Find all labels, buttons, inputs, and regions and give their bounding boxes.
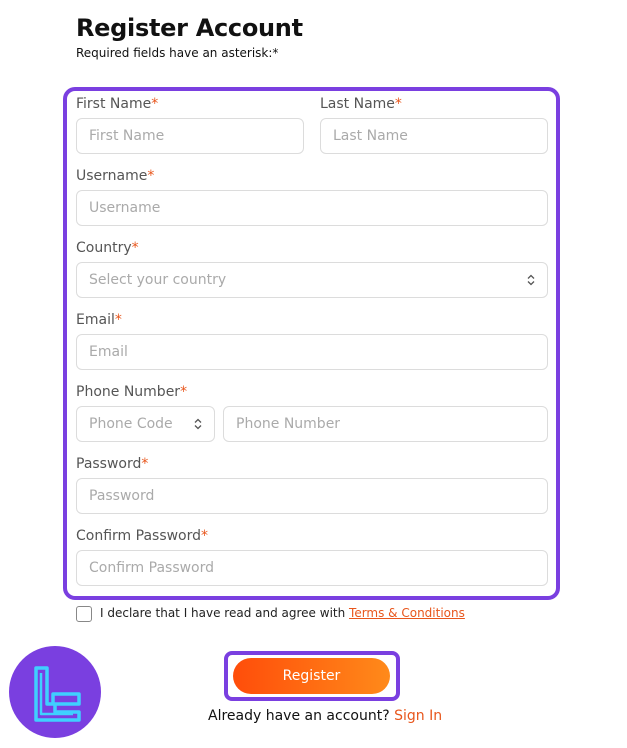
required-asterisk: * bbox=[114, 312, 122, 328]
username-label: Username* bbox=[76, 168, 154, 184]
already-account-text: Already have an account? bbox=[208, 708, 390, 724]
password-field[interactable] bbox=[76, 478, 548, 514]
last-name-label-text: Last Name bbox=[320, 96, 395, 112]
phone-number-input[interactable] bbox=[236, 416, 535, 432]
email-input[interactable] bbox=[89, 344, 535, 360]
last-name-field[interactable] bbox=[320, 118, 548, 154]
password-label: Password* bbox=[76, 456, 148, 472]
required-asterisk: * bbox=[141, 456, 149, 472]
confirm-password-field[interactable] bbox=[76, 550, 548, 586]
last-name-label: Last Name* bbox=[320, 96, 402, 112]
last-name-input[interactable] bbox=[333, 128, 535, 144]
password-input[interactable] bbox=[89, 488, 535, 504]
phone-label-text: Phone Number bbox=[76, 384, 181, 400]
required-asterisk: * bbox=[394, 96, 402, 112]
email-label-text: Email bbox=[76, 312, 115, 328]
country-select[interactable]: Select your country bbox=[76, 262, 548, 298]
phone-number-field[interactable] bbox=[223, 406, 548, 442]
username-field[interactable] bbox=[76, 190, 548, 226]
first-name-field[interactable] bbox=[76, 118, 304, 154]
required-asterisk: * bbox=[131, 240, 139, 256]
terms-checkbox[interactable] bbox=[76, 606, 92, 622]
phone-label: Phone Number* bbox=[76, 384, 187, 400]
terms-declaration-text: I declare that I have read and agree wit… bbox=[100, 606, 350, 620]
country-label: Country* bbox=[76, 240, 139, 256]
signin-prompt: Already have an account? Sign In bbox=[208, 708, 442, 724]
required-asterisk: * bbox=[147, 168, 155, 184]
email-field[interactable] bbox=[76, 334, 548, 370]
username-input[interactable] bbox=[89, 200, 535, 216]
required-asterisk: * bbox=[201, 528, 209, 544]
confirm-password-label: Confirm Password* bbox=[76, 528, 208, 544]
signin-link[interactable]: Sign In bbox=[394, 708, 442, 724]
chevron-up-down-icon bbox=[527, 274, 535, 286]
chevron-up-down-icon bbox=[194, 418, 202, 430]
required-asterisk: * bbox=[180, 384, 188, 400]
first-name-input[interactable] bbox=[89, 128, 291, 144]
country-select-value: Select your country bbox=[89, 272, 227, 288]
confirm-password-label-text: Confirm Password bbox=[76, 528, 202, 544]
email-label: Email* bbox=[76, 312, 122, 328]
page-title: Register Account bbox=[76, 14, 303, 42]
terms-conditions-link[interactable]: Terms & Conditions bbox=[349, 606, 465, 620]
country-label-text: Country bbox=[76, 240, 132, 256]
phone-code-select[interactable]: Phone Code bbox=[76, 406, 215, 442]
first-name-label: First Name* bbox=[76, 96, 158, 112]
required-asterisk: * bbox=[151, 96, 159, 112]
username-label-text: Username bbox=[76, 168, 148, 184]
terms-declaration: I declare that I have read and agree wit… bbox=[100, 606, 465, 620]
confirm-password-input[interactable] bbox=[89, 560, 535, 576]
password-label-text: Password bbox=[76, 456, 142, 472]
first-name-label-text: First Name bbox=[76, 96, 152, 112]
required-note: Required fields have an asterisk:* bbox=[76, 46, 279, 60]
phone-code-value: Phone Code bbox=[89, 416, 173, 432]
tradingfinder-logo-icon bbox=[9, 646, 101, 738]
register-button[interactable]: Register bbox=[233, 658, 390, 694]
